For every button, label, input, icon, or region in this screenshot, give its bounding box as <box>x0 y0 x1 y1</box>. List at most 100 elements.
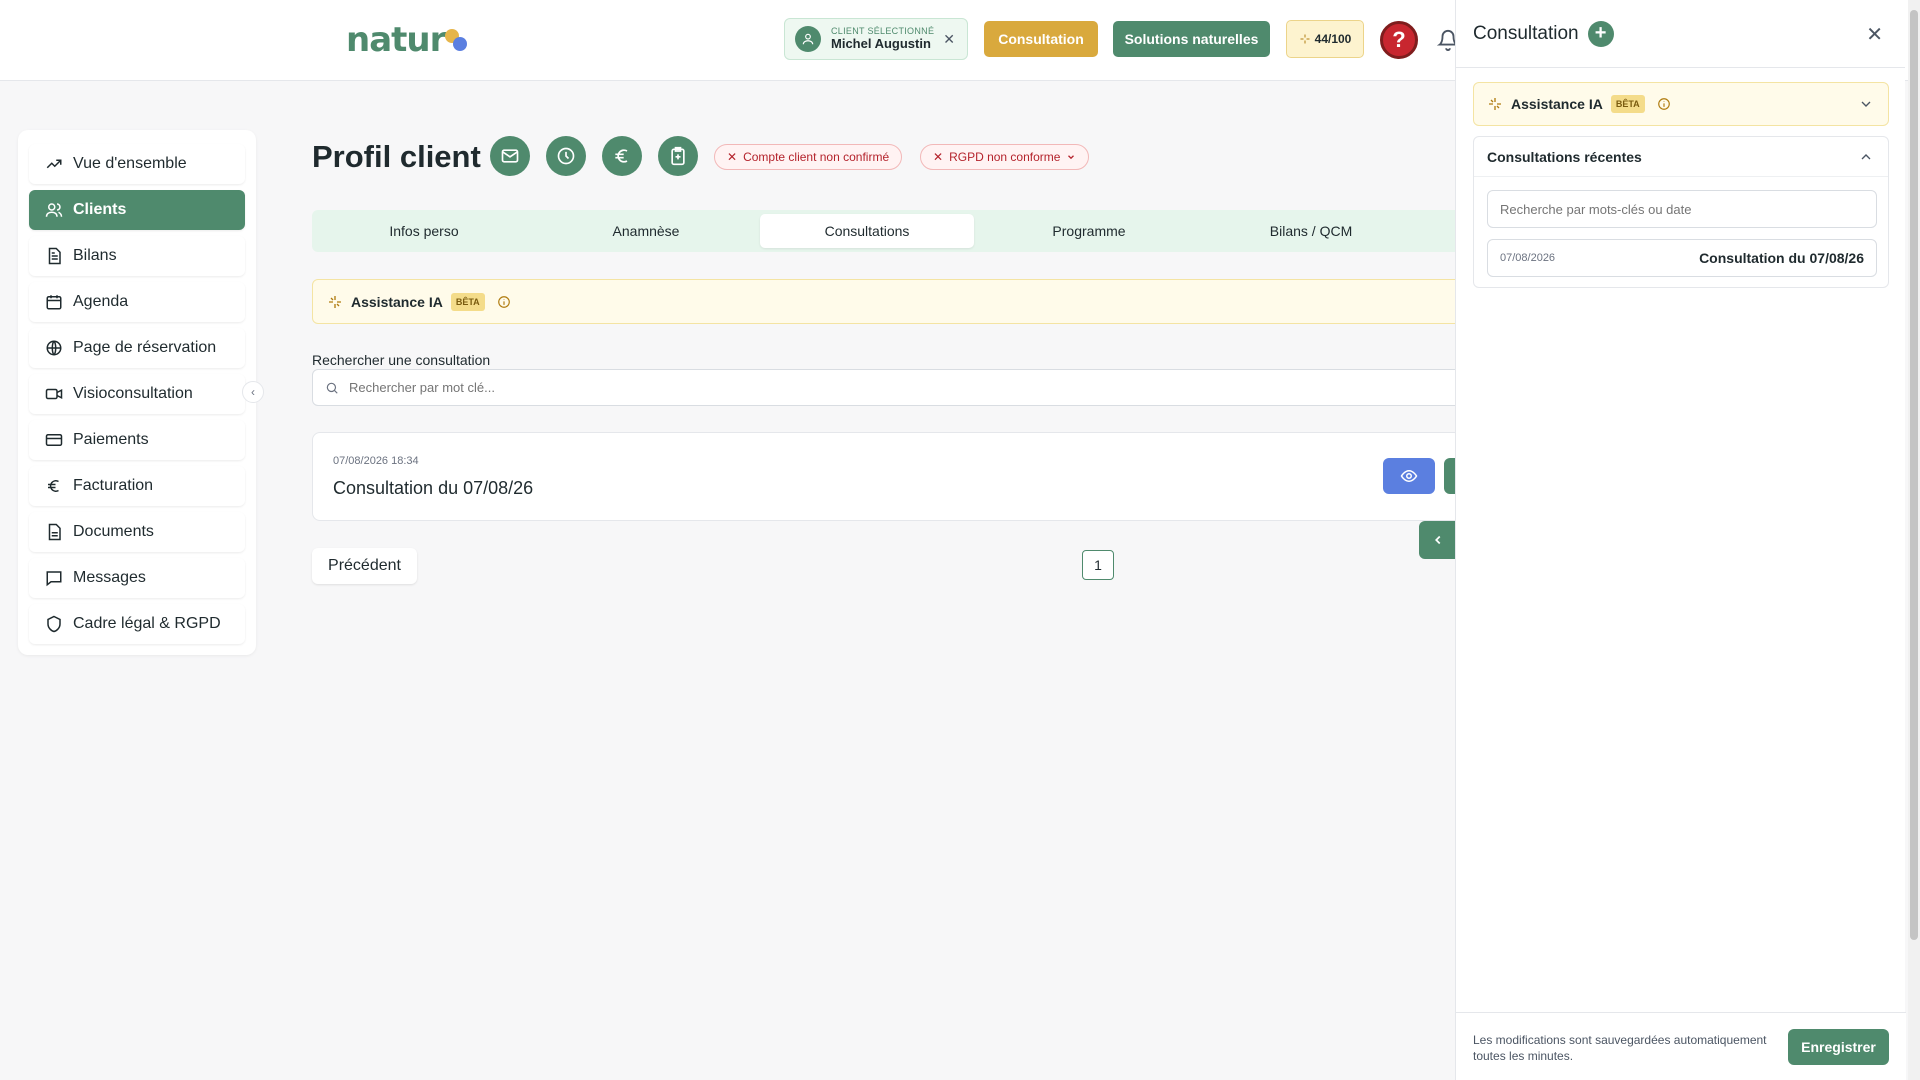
sidebar-item-payments[interactable]: Paiements <box>29 420 245 460</box>
close-icon[interactable]: ✕ <box>943 31 955 48</box>
tab-consultations[interactable]: Consultations <box>760 214 974 248</box>
scrollbar[interactable] <box>1908 0 1920 1080</box>
sidebar-item-label: Page de réservation <box>73 339 217 356</box>
panel-toggle-button[interactable] <box>1419 521 1457 559</box>
consultation-card[interactable]: 07/08/2026 18:34 Consultation du 07/08/2… <box>312 432 1464 521</box>
search-input[interactable] <box>349 380 1461 395</box>
sidebar-item-agenda[interactable]: Agenda <box>29 282 245 322</box>
autosave-note: Les modifications sont sauvegardées auto… <box>1473 1033 1767 1063</box>
info-icon[interactable] <box>497 295 511 309</box>
history-button[interactable] <box>546 136 586 176</box>
x-icon: ✕ <box>727 150 738 164</box>
chevron-left-icon <box>1435 535 1441 545</box>
page-title: Profil client <box>312 139 481 174</box>
x-icon: ✕ <box>933 150 944 164</box>
email-button[interactable] <box>490 136 530 176</box>
plus-icon: + <box>1594 22 1607 44</box>
client-tabs: Infos perso Anamnèse Consultations Progr… <box>312 210 1462 252</box>
ai-label: Assistance IA <box>351 293 443 310</box>
sidebar-item-label: Bilans <box>73 247 117 264</box>
consultation-search <box>312 369 1462 406</box>
sidebar-item-clients[interactable]: Clients <box>29 190 245 230</box>
payment-button[interactable] <box>602 136 642 176</box>
panel-ai-assistance[interactable]: Assistance IA BÊTA <box>1473 82 1889 126</box>
tab-programme[interactable]: Programme <box>982 214 1196 248</box>
recent-search-box <box>1487 190 1877 228</box>
help-button[interactable]: ? <box>1380 21 1418 59</box>
shield-icon <box>47 615 61 633</box>
client-name: Michel Augustin <box>831 35 931 51</box>
previous-button[interactable]: Précédent <box>312 548 417 584</box>
chevron-up-icon <box>1861 154 1871 160</box>
user-icon <box>795 26 821 52</box>
view-button[interactable] <box>1383 458 1435 494</box>
add-consultation-button[interactable]: + <box>1587 20 1614 47</box>
sidebar-item-label: Paiements <box>73 431 149 448</box>
close-icon[interactable]: ✕ <box>1866 22 1883 47</box>
scroll-thumb[interactable] <box>1910 10 1918 940</box>
save-button[interactable]: Enregistrer <box>1788 1029 1889 1065</box>
users-icon <box>45 203 63 217</box>
sidebar-item-video[interactable]: Visioconsultation <box>29 374 245 414</box>
selected-client-chip[interactable]: CLIENT SÉLECTIONNÉ Michel Augustin ✕ <box>784 18 968 60</box>
consultation-button[interactable]: Consultation <box>984 21 1098 57</box>
globe-icon <box>46 340 62 356</box>
sidebar-item-overview[interactable]: Vue d'ensemble <box>29 144 245 184</box>
consultation-datetime: 07/08/2026 18:34 <box>333 455 419 467</box>
sidebar-item-label: Facturation <box>73 477 154 494</box>
panel-title: Consultation <box>1473 22 1579 44</box>
logo-dots <box>441 23 469 57</box>
sidebar: Vue d'ensemble Clients Bilans Agenda Pag… <box>18 130 256 655</box>
recent-consultation-item[interactable]: 07/08/2026 Consultation du 07/08/26 <box>1487 239 1877 277</box>
clipboard-button[interactable] <box>658 136 698 176</box>
logo[interactable]: natur <box>346 18 469 62</box>
panel-header: Consultation + <box>1456 0 1905 68</box>
mail-icon <box>501 149 519 163</box>
tag-label: Compte client non confirmé <box>743 150 890 164</box>
consultation-panel: Consultation + ✕ Assistance IA BÊTA Cons… <box>1455 0 1906 1080</box>
recent-consultations: Consultations récentes 07/08/2026 Consul… <box>1473 136 1889 288</box>
tab-bilans-qcm[interactable]: Bilans / QCM <box>1204 214 1418 248</box>
sidebar-item-label: Messages <box>73 569 146 586</box>
sidebar-item-label: Clients <box>73 201 127 218</box>
chevron-down-icon <box>1068 155 1075 160</box>
sidebar-item-label: Documents <box>73 523 154 540</box>
message-icon <box>46 571 62 587</box>
page-number[interactable]: 1 <box>1082 550 1114 580</box>
euro-icon <box>48 480 59 492</box>
beta-badge: BÊTA <box>1610 95 1645 113</box>
status-badge-account: ✕ Compte client non confirmé <box>714 144 903 170</box>
recent-header[interactable]: Consultations récentes <box>1474 137 1888 177</box>
info-icon[interactable] <box>1657 97 1671 111</box>
euro-icon <box>615 149 628 163</box>
sidebar-item-legal[interactable]: Cadre légal & RGPD <box>29 604 245 644</box>
recent-item-title: Consultation du 07/08/26 <box>1699 250 1864 266</box>
sidebar-item-messages[interactable]: Messages <box>29 558 245 598</box>
help-icon: ? <box>1392 27 1406 52</box>
sidebar-item-bilans[interactable]: Bilans <box>29 236 245 276</box>
status-badge-rgpd[interactable]: ✕ RGPD non conforme <box>920 144 1090 170</box>
document-icon <box>48 247 61 265</box>
ai-assistance-banner[interactable]: Assistance IA BÊTA <box>312 279 1462 324</box>
sidebar-item-label: Agenda <box>73 293 129 310</box>
sidebar-item-booking-page[interactable]: Page de réservation <box>29 328 245 368</box>
sidebar-collapse-button[interactable]: ‹ <box>242 381 264 403</box>
sidebar-item-label: Vue d'ensemble <box>73 155 187 172</box>
solutions-button[interactable]: Solutions naturelles <box>1113 21 1270 57</box>
credits-badge[interactable]: 44/100 <box>1286 20 1364 58</box>
sidebar-item-label: Cadre légal & RGPD <box>73 615 221 632</box>
chevron-left-icon: ‹ <box>251 385 255 399</box>
chevron-down-icon <box>1861 101 1871 107</box>
tab-anamnese[interactable]: Anamnèse <box>539 214 753 248</box>
trend-up-icon <box>46 159 62 169</box>
sidebar-item-label: Visioconsultation <box>73 385 193 402</box>
tag-label: RGPD non conforme <box>949 150 1061 164</box>
sidebar-item-documents[interactable]: Documents <box>29 512 245 552</box>
credit-card-icon <box>45 434 63 446</box>
recent-search-input[interactable] <box>1500 201 1876 217</box>
video-icon <box>45 388 63 400</box>
clock-icon <box>557 147 575 165</box>
tab-infos-perso[interactable]: Infos perso <box>317 214 531 248</box>
search-label: Rechercher une consultation <box>312 352 491 368</box>
sidebar-item-billing[interactable]: Facturation <box>29 466 245 506</box>
